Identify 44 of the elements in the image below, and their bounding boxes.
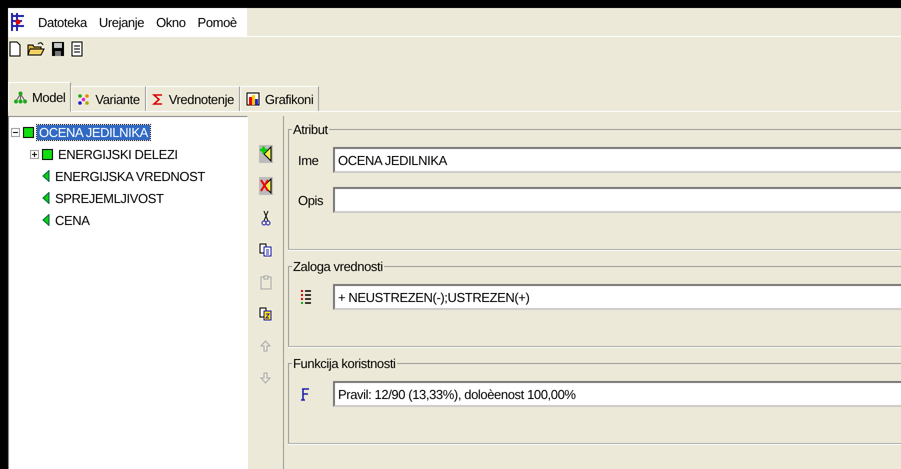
aggregate-node-icon: [42, 148, 53, 160]
tab[interactable]: Vrednotenje: [146, 86, 240, 111]
field-label: Ime: [297, 152, 320, 168]
expander-icon[interactable]: [30, 150, 39, 158]
dots-icon: [77, 92, 90, 106]
attribute-triangle-icon: [42, 214, 50, 226]
attribute-triangle-icon: [42, 192, 50, 204]
bar-chart-icon: [246, 92, 260, 106]
app-logo-icon: [10, 12, 26, 32]
input-field[interactable]: Pravil: 12/90 (13,33%), doloèenost 100,00%: [333, 381, 901, 407]
expander-icon[interactable]: [11, 128, 20, 136]
input-field[interactable]: + NEUSTREZEN(-);USTREZEN(+): [333, 284, 901, 310]
document-icon[interactable]: [71, 41, 83, 57]
delete-attribute-icon[interactable]: [258, 177, 272, 195]
group-title: Atribut: [292, 122, 329, 137]
field-label: Opis: [297, 192, 324, 208]
group-title: Zaloga vrednosti: [292, 259, 384, 274]
copy-document-icon[interactable]: [259, 307, 272, 321]
tree-item[interactable]: CENA: [53, 212, 92, 228]
function-icon: [300, 388, 310, 400]
menu-item[interactable]: Urejanje: [98, 14, 144, 30]
open-folder-icon[interactable]: [27, 41, 45, 57]
tree-item[interactable]: SPREJEMLJIVOST: [53, 190, 166, 206]
scissors-icon[interactable]: [260, 210, 270, 226]
value-list-icon: [300, 290, 312, 304]
tab[interactable]: Model: [8, 82, 72, 112]
aggregate-node-icon: [23, 126, 34, 138]
copy-icon[interactable]: [259, 243, 272, 257]
input-field[interactable]: OCENA JEDILNIKA: [333, 147, 901, 173]
menu-item[interactable]: Datoteka: [38, 14, 87, 30]
tree-item[interactable]: ENERGIJSKA VREDNOST: [53, 168, 207, 184]
tree-item[interactable]: ENERGIJSKI DELEZI: [56, 146, 180, 162]
attribute-triangle-icon: [42, 170, 50, 182]
menu-item[interactable]: Pomoè: [198, 14, 237, 30]
add-attribute-icon[interactable]: [258, 145, 272, 163]
input-field[interactable]: [333, 187, 901, 213]
tab[interactable]: Variante: [71, 86, 146, 111]
group-title: Funkcija koristnosti: [292, 356, 397, 371]
sigma-icon: [152, 92, 164, 106]
menu-item[interactable]: Okno: [156, 14, 186, 30]
tree-item[interactable]: OCENA JEDILNIKA: [37, 124, 150, 140]
new-file-icon[interactable]: [9, 41, 21, 57]
tab[interactable]: Grafikoni: [240, 86, 320, 111]
hierarchy-icon: [14, 90, 27, 104]
